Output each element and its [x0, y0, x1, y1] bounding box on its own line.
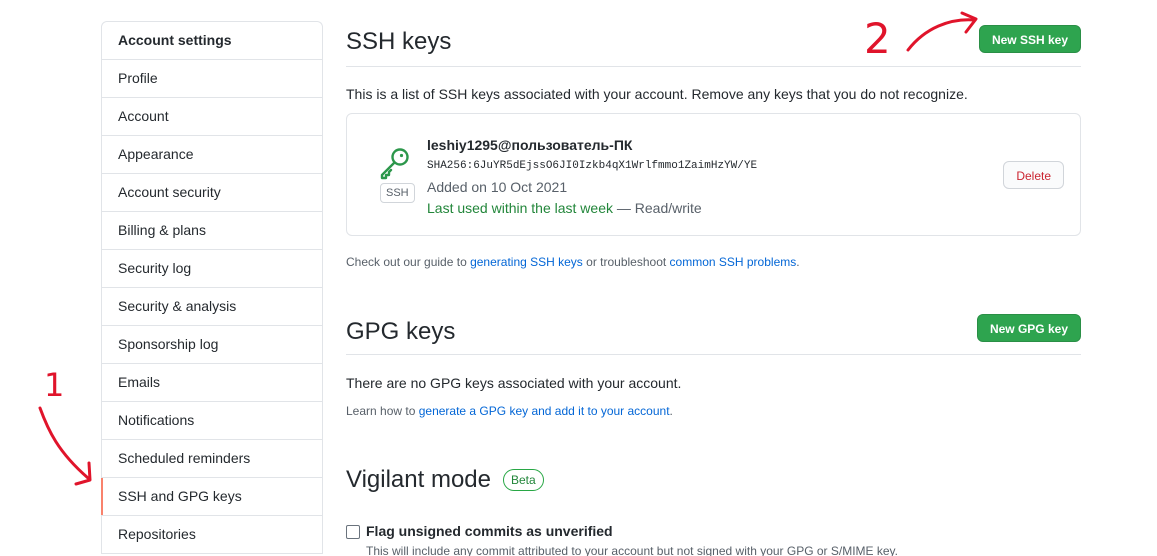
settings-page: Account settings Profile Account Appeara… [0, 0, 1157, 556]
ssh-guide-middle: or troubleshoot [582, 255, 670, 269]
ssh-guide-prefix: Check out our guide to [346, 255, 471, 269]
sidebar-item-ssh-gpg-keys[interactable]: SSH and GPG keys [101, 478, 322, 516]
gpg-empty-text: There are no GPG keys associated with yo… [346, 375, 682, 391]
ssh-guide-note: Check out our guide to generating SSH ke… [346, 255, 800, 269]
sidebar-item-billing[interactable]: Billing & plans [102, 212, 322, 250]
sidebar-item-account[interactable]: Account [102, 98, 322, 136]
key-access: — Read/write [613, 200, 702, 216]
sidebar-item-notifications[interactable]: Notifications [102, 402, 322, 440]
key-title: leshiy1295@пользователь-ПК [427, 137, 633, 153]
gpg-keys-title: GPG keys [346, 318, 456, 345]
generating-ssh-keys-link[interactable]: generating SSH keys [470, 255, 583, 269]
sidebar-item-repositories[interactable]: Repositories [102, 516, 322, 554]
ssh-keys-title: SSH keys [346, 28, 452, 55]
main-content: SSH keys New SSH key This is a list of S… [346, 0, 1081, 556]
sidebar-item-scheduled-reminders[interactable]: Scheduled reminders [102, 440, 322, 478]
sidebar-item-security-log[interactable]: Security log [102, 250, 322, 288]
sidebar-item-emails[interactable]: Emails [102, 364, 322, 402]
settings-sidebar: Account settings Profile Account Appeara… [101, 21, 323, 554]
key-last-used-text: Last used within the last week [427, 200, 613, 216]
sidebar-item-sponsorship-log[interactable]: Sponsorship log [102, 326, 322, 364]
ssh-description: This is a list of SSH keys associated wi… [346, 86, 968, 102]
ssh-key-item: SSH leshiy1295@пользователь-ПК SHA256:6J… [346, 113, 1081, 236]
annotation-arrowhead-1 [74, 461, 92, 486]
flag-unsigned-checkbox[interactable] [346, 525, 360, 539]
key-type-label: SSH [380, 183, 415, 203]
gpg-learn-prefix: Learn how to [346, 404, 419, 418]
key-added-date: Added on 10 Oct 2021 [427, 179, 568, 195]
delete-key-button[interactable]: Delete [1003, 161, 1064, 189]
annotation-step-1: 1 [44, 366, 65, 404]
gpg-learn-note: Learn how to generate a GPG key and add … [346, 404, 673, 418]
flag-unsigned-note: This will include any commit attributed … [366, 544, 899, 556]
key-fingerprint: SHA256:6JuYR5dEjssO6JI0Izkb4qX1Wrlfmmo1Z… [427, 160, 758, 172]
sidebar-item-profile[interactable]: Profile [102, 60, 322, 98]
vigilant-mode-title: Vigilant mode [346, 466, 491, 493]
gpg-learn-suffix: . [669, 404, 673, 418]
beta-badge: Beta [502, 469, 544, 491]
sidebar-item-security-analysis[interactable]: Security & analysis [102, 288, 322, 326]
gpg-section-header: GPG keys New GPG key [346, 314, 1081, 355]
sidebar-header: Account settings [102, 22, 322, 60]
generate-gpg-key-link[interactable]: generate a GPG key and add it to your ac… [419, 404, 670, 418]
sidebar-item-account-security[interactable]: Account security [102, 174, 322, 212]
ssh-section-header: SSH keys New SSH key [346, 0, 1081, 67]
vigilant-mode-header: Vigilant mode Beta [346, 466, 544, 494]
flag-unsigned-label[interactable]: Flag unsigned commits as unverified [366, 523, 613, 539]
annotation-arrow-1 [38, 406, 90, 480]
key-icon [377, 146, 411, 185]
key-last-used: Last used within the last week — Read/wr… [427, 200, 702, 216]
sidebar-item-appearance[interactable]: Appearance [102, 136, 322, 174]
annotation-step-2: 2 [864, 14, 891, 63]
new-gpg-key-button[interactable]: New GPG key [976, 314, 1081, 342]
new-ssh-key-button[interactable]: New SSH key [978, 25, 1081, 53]
common-ssh-problems-link[interactable]: common SSH problems [670, 255, 797, 269]
ssh-guide-suffix: . [796, 255, 800, 269]
